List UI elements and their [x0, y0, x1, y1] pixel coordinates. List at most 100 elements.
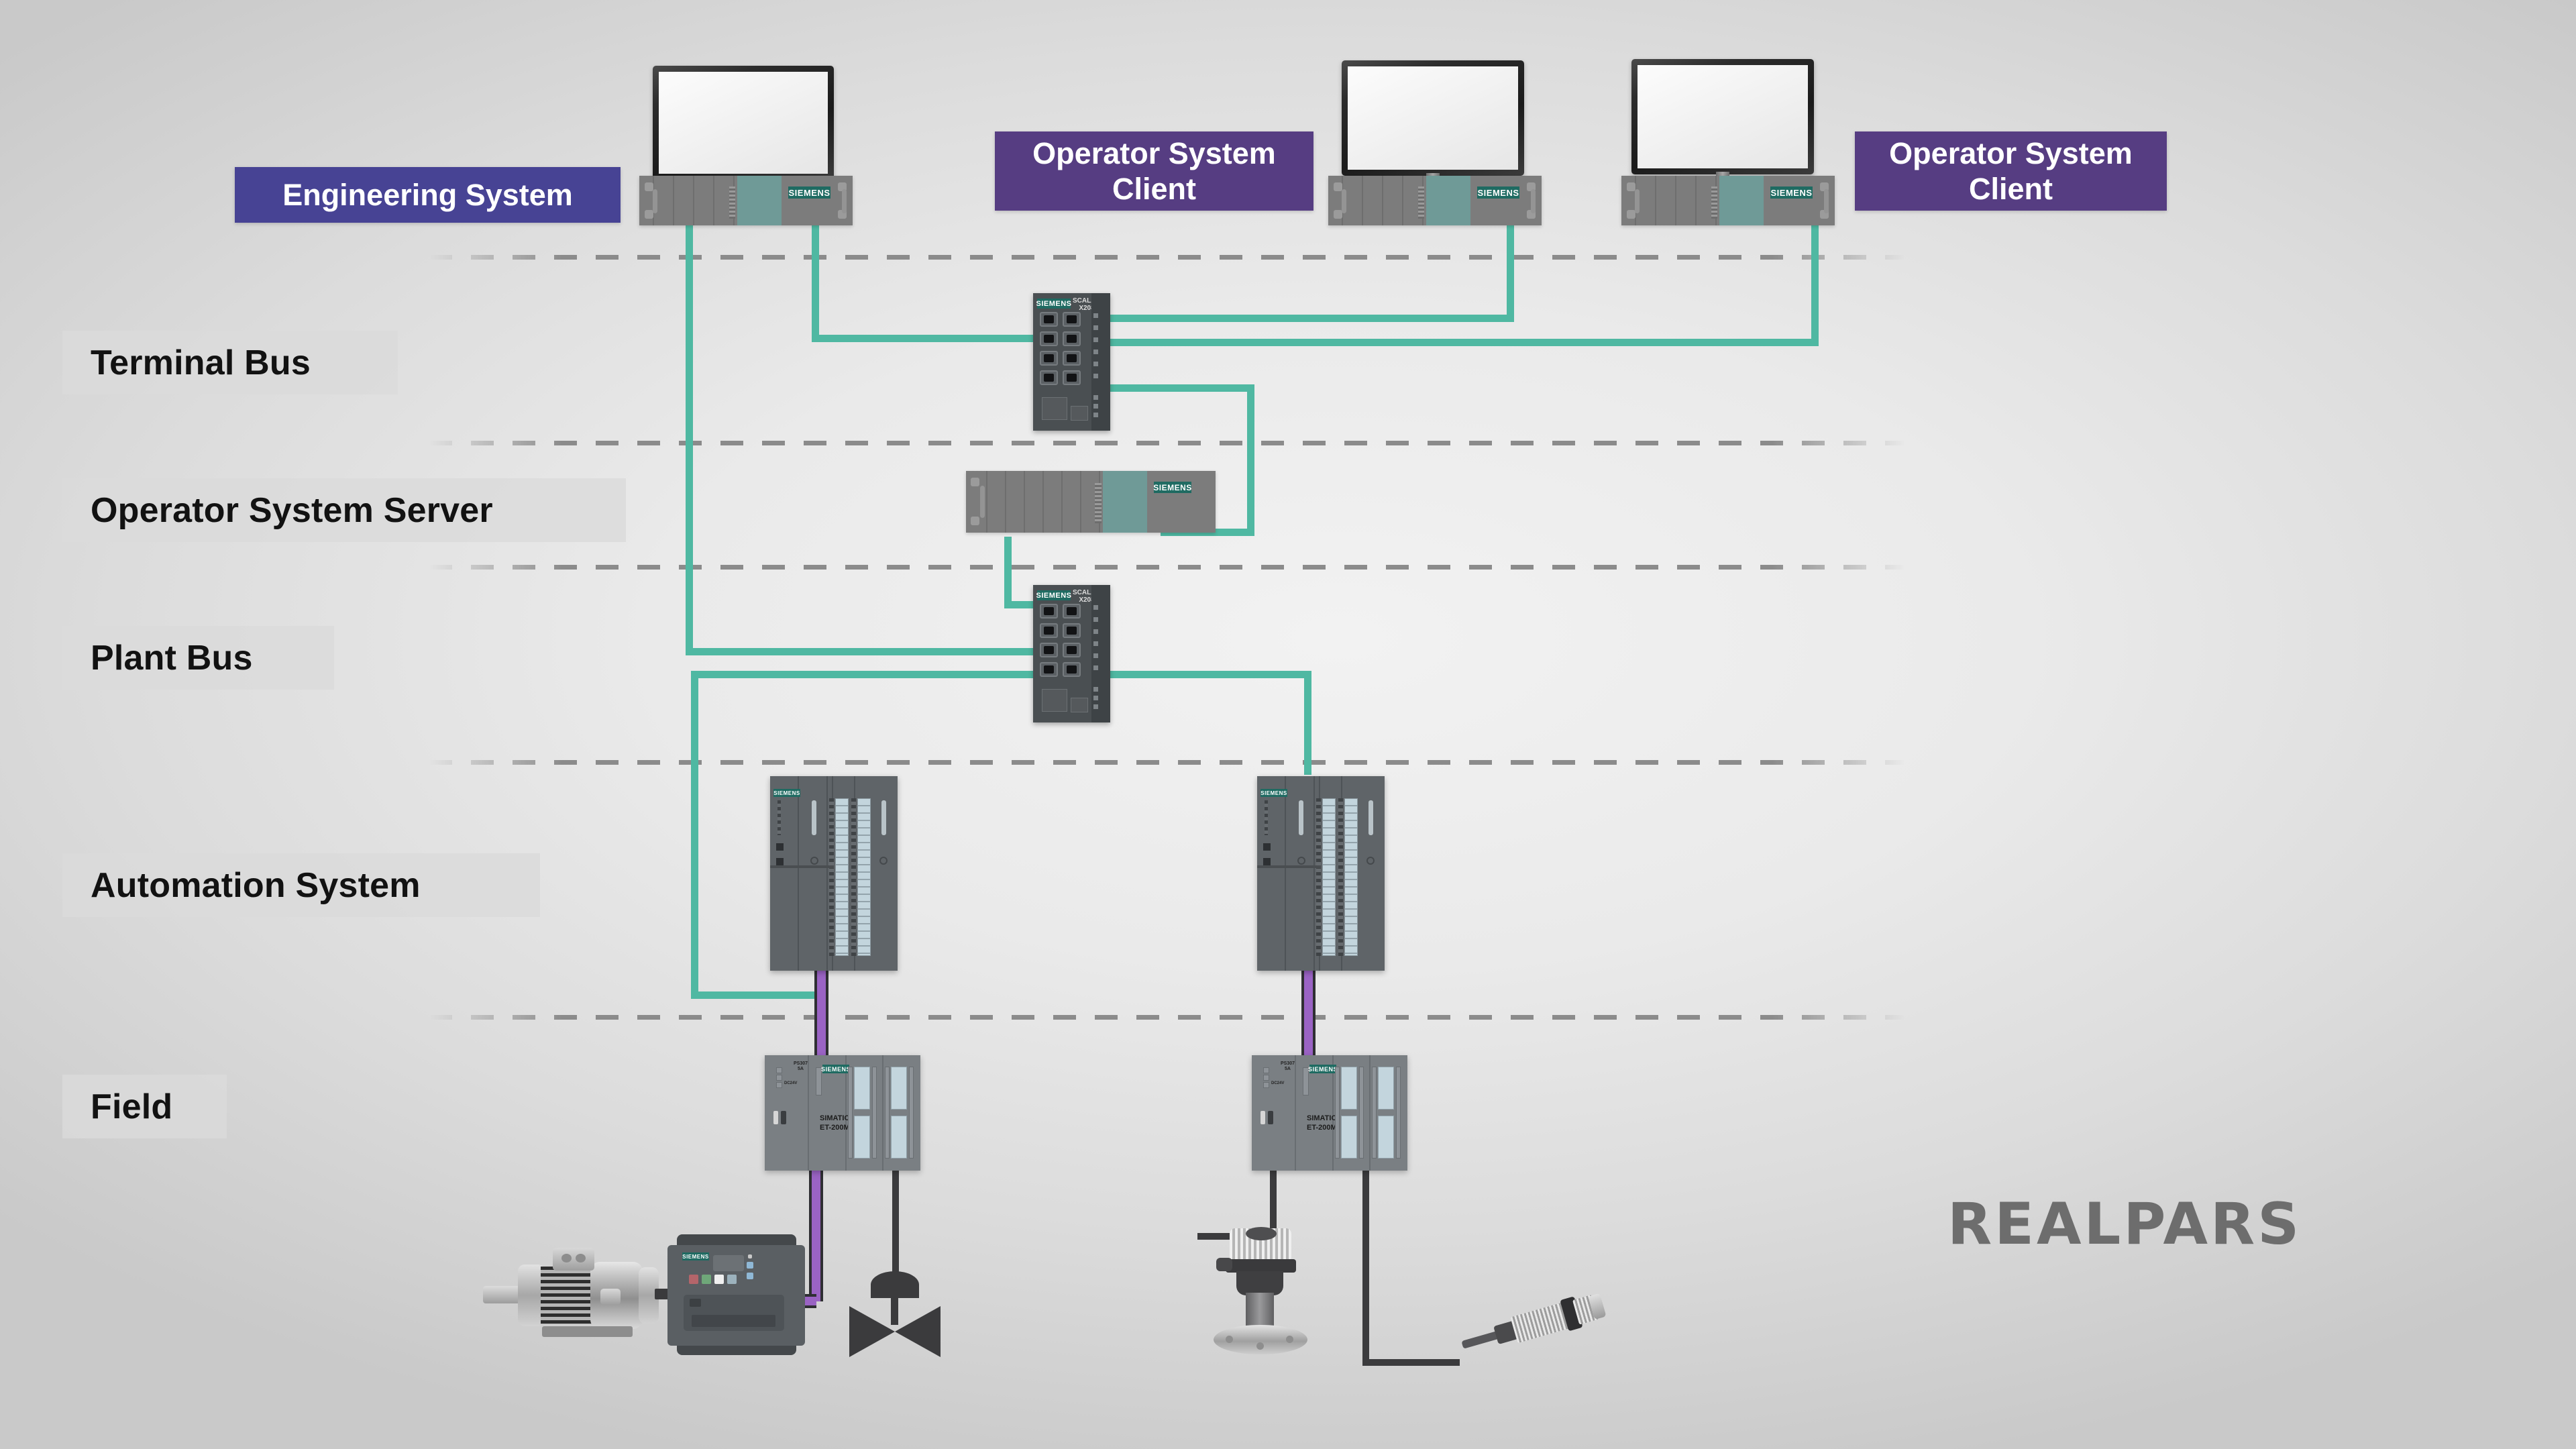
rj45-port[interactable] — [1040, 331, 1058, 346]
flange-bolt — [1256, 1342, 1264, 1350]
plc-terminal-rows — [1345, 799, 1357, 955]
et200m-line2: ET-200M — [820, 1123, 850, 1132]
zone-label-field: Field — [62, 1075, 227, 1138]
ps-switch[interactable] — [1260, 1111, 1265, 1124]
ps-switch[interactable] — [1268, 1111, 1273, 1124]
vfd-button[interactable] — [689, 1275, 698, 1284]
chassis-screw — [645, 182, 653, 191]
rj45-port[interactable] — [1040, 604, 1058, 619]
status-led — [1093, 325, 1098, 330]
et200m-terminal — [854, 1116, 870, 1159]
server-teal-panel — [1103, 471, 1147, 533]
ps-switch[interactable] — [781, 1111, 786, 1124]
workstation-chassis: SIEMENS — [1621, 176, 1835, 225]
et200m-2[interactable]: PS307 5A DC24V SIEMENS SIMATIC ET-200M — [1252, 1055, 1407, 1171]
badge-engineering-system: Engineering System — [235, 167, 621, 223]
transmitter-ring — [1226, 1259, 1296, 1273]
realpars-logo: REALPARS — [1947, 1191, 2302, 1258]
vfd-button[interactable] — [714, 1275, 724, 1284]
plant-bus-switch[interactable]: SIEMENS SCALANCE X208 — [1033, 585, 1110, 722]
plc-io-terminal — [857, 798, 871, 956]
cable-plant-switch-to-plc1-v — [691, 671, 698, 999]
rj45-port[interactable] — [1063, 351, 1081, 366]
divider-server-bottom — [429, 565, 1905, 570]
rj45-port[interactable] — [1063, 662, 1081, 677]
rj45-port[interactable] — [1040, 370, 1058, 385]
plc-knob[interactable] — [1366, 857, 1375, 865]
cable-client2-to-terminal-switch-h — [1100, 339, 1819, 346]
proximity-sensor[interactable] — [1457, 1285, 1610, 1364]
siemens-text: SIEMENS — [1153, 482, 1192, 492]
siemens-text: SIEMENS — [788, 187, 830, 198]
plc-switch[interactable] — [1263, 858, 1271, 865]
divider-terminal-bus-bottom — [429, 441, 1905, 445]
et200m-pin — [909, 1067, 914, 1159]
et200m-terminal — [891, 1067, 907, 1110]
os-server-chassis[interactable]: SIEMENS — [966, 471, 1216, 533]
rj45-port[interactable] — [1040, 643, 1058, 657]
chassis-vent — [729, 186, 735, 219]
chassis-handle — [1635, 189, 1640, 213]
et200m-led — [776, 1075, 782, 1081]
terminal-block — [1071, 698, 1088, 712]
badge-label: Engineering System — [282, 177, 573, 212]
ps-line1: PS307 — [1281, 1061, 1295, 1066]
status-led — [1093, 395, 1098, 400]
et200m-1[interactable]: PS307 5A DC24V SIEMENS SIMATIC ET-200M — [765, 1055, 920, 1171]
vfd-panel-latch — [690, 1299, 701, 1307]
plc-io-terminal — [1322, 798, 1336, 956]
et200m-pin — [848, 1067, 853, 1159]
rj45-port[interactable] — [1063, 370, 1081, 385]
siemens-logo: SIEMENS — [1036, 590, 1072, 600]
et200m-model-label: SIMATIC ET-200M — [820, 1114, 850, 1133]
ps-switch[interactable] — [773, 1111, 778, 1124]
monitor-screen — [1638, 65, 1808, 168]
rj45-port[interactable] — [1063, 604, 1081, 619]
cable-server-to-plant-switch-v — [1004, 537, 1012, 608]
rj45-port[interactable] — [1040, 662, 1058, 677]
plc-switch[interactable] — [1263, 843, 1271, 851]
plc-1[interactable]: SIEMENS — [770, 776, 898, 971]
zone-label-text: Operator System Server — [91, 490, 493, 530]
vfd-button[interactable] — [747, 1262, 753, 1269]
chassis-vent — [1418, 186, 1424, 219]
chassis-screw — [1627, 182, 1635, 191]
plc-io-terminal — [1344, 798, 1358, 956]
plc-knob[interactable] — [1297, 857, 1305, 865]
vfd-button[interactable] — [747, 1273, 753, 1279]
chassis-teal-panel — [737, 176, 782, 225]
motor[interactable] — [483, 1244, 719, 1345]
rj45-port[interactable] — [1063, 331, 1081, 346]
plc-led-strip — [1265, 800, 1268, 835]
et200m-pin — [1359, 1067, 1364, 1159]
plc-switch[interactable] — [776, 843, 784, 851]
valve-body-right — [895, 1306, 941, 1357]
rj45-port[interactable] — [1040, 312, 1058, 327]
plc-switch[interactable] — [776, 858, 784, 865]
control-valve[interactable] — [844, 1271, 945, 1358]
status-led — [1093, 362, 1098, 366]
rj45-port[interactable] — [1063, 643, 1081, 657]
rj45-port[interactable] — [1063, 312, 1081, 327]
plc-2[interactable]: SIEMENS — [1257, 776, 1385, 971]
level-transmitter[interactable] — [1204, 1224, 1325, 1358]
plc-terminal-strip — [1338, 798, 1343, 956]
et200m-terminal — [1341, 1067, 1357, 1110]
siemens-logo: SIEMENS — [1153, 482, 1192, 493]
server-slats — [966, 471, 1100, 533]
vfd-drive[interactable]: SIEMENS — [667, 1234, 805, 1355]
terminal-bus-switch[interactable]: SIEMENS SCALANCE X208 — [1033, 293, 1110, 431]
ps-line2: 5A — [798, 1066, 804, 1071]
siemens-text: SIEMENS — [1036, 591, 1072, 600]
vfd-panel-slot — [692, 1315, 775, 1327]
plc-knob[interactable] — [879, 857, 888, 865]
rj45-port[interactable] — [1040, 623, 1058, 638]
plc-knob[interactable] — [810, 857, 818, 865]
monitor-screen — [1348, 66, 1518, 170]
vfd-button[interactable] — [727, 1275, 737, 1284]
rj45-port[interactable] — [1040, 351, 1058, 366]
et200m-power-supply — [765, 1055, 809, 1171]
vfd-button[interactable] — [702, 1275, 711, 1284]
rj45-port[interactable] — [1063, 623, 1081, 638]
siemens-text: SIEMENS — [1308, 1065, 1338, 1073]
